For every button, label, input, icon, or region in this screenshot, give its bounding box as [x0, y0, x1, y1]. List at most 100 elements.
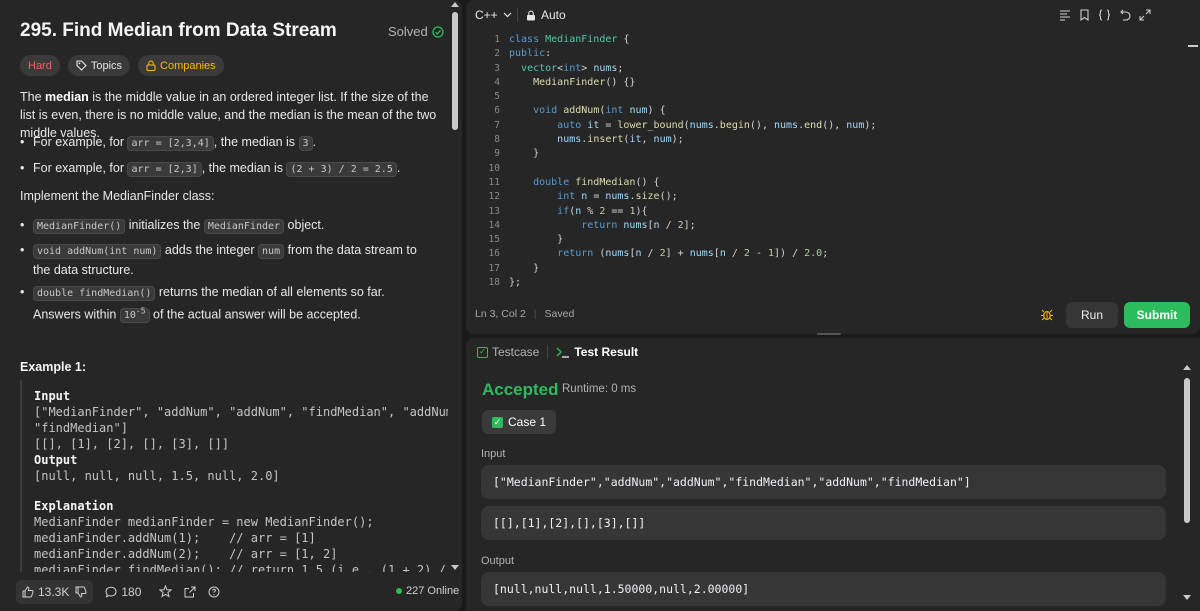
thumbs-down-icon[interactable]: [75, 586, 87, 598]
bookmark-icon[interactable]: [1079, 9, 1090, 21]
difficulty-badge[interactable]: Hard: [20, 55, 60, 76]
example-output-line: [null, null, null, 1.5, null, 2.0]: [34, 469, 280, 483]
lock-icon: [527, 10, 535, 20]
problem-footer: 13.3K 180: [0, 572, 462, 611]
case-1-tab[interactable]: ✓ Case 1: [482, 410, 557, 434]
solved-status: Solved: [388, 24, 444, 39]
line-number: 4: [494, 76, 500, 88]
inline-code: MedianFinder: [203, 219, 285, 234]
share-icon[interactable]: [184, 586, 196, 598]
inline-code: 3: [298, 136, 313, 151]
like-count: 13.3K: [38, 584, 70, 599]
example-bullet-2: For example, for arr = [2,3], the median…: [20, 159, 435, 179]
editor-toolbar: C++ Auto: [466, 0, 1200, 30]
tag-icon: [76, 60, 87, 71]
format-icon[interactable]: [1059, 9, 1071, 21]
editor-status-bar: Ln 3, Col 2 | Saved: [475, 308, 575, 320]
expand-icon[interactable]: [1139, 9, 1151, 21]
example-title: Example 1:: [20, 360, 87, 374]
example-block: Input ["MedianFinder", "addNum", "addNum…: [20, 380, 448, 572]
panel-resize-handle[interactable]: [817, 333, 841, 335]
tab-test-result[interactable]: Test Result: [556, 345, 638, 359]
line-number: 5: [494, 91, 500, 103]
example-output-label: Output: [34, 453, 78, 467]
result-status: Accepted: [482, 380, 559, 399]
line-number: 14: [488, 219, 500, 231]
line-number: 16: [488, 248, 500, 260]
line-number: 8: [494, 134, 500, 146]
line-number: 13: [488, 205, 500, 217]
output-value-box: [null,null,null,1.50000,null,2.00000]: [481, 572, 1166, 606]
help-icon[interactable]: [208, 586, 220, 598]
method-bullet-3: double findMedian() returns the median o…: [20, 283, 435, 325]
problem-title[interactable]: 295. Find Median from Data Stream: [20, 20, 337, 42]
code-editor-panel: C++ Auto 1 2 3 4 5 6 7 8 9 10 11 12 13 14 15 16 17 18 cla…: [466, 0, 1200, 334]
input-label: Input: [481, 448, 506, 460]
lock-icon: [146, 60, 156, 71]
example-explanation-line: MedianFinder medianFinder = new MedianFi…: [34, 515, 374, 529]
example-explanation-label: Explanation: [34, 499, 114, 513]
editor-scrollbar[interactable]: [1188, 45, 1198, 47]
problem-panel: 295. Find Median from Data Stream Solved…: [0, 0, 462, 611]
implement-text: Implement the MedianFinder class:: [20, 189, 215, 203]
line-number: 10: [488, 162, 500, 174]
output-label: Output: [481, 555, 515, 567]
online-dot-icon: [396, 588, 402, 594]
input-value-box: [[],[1],[2],[],[3],[]]: [481, 506, 1166, 540]
median-term: median: [45, 90, 89, 104]
example-explanation-line: medianFinder.addNum(1); // arr = [1]: [34, 531, 316, 545]
inline-code: arr = [2,3]: [127, 162, 202, 177]
line-number: 6: [494, 105, 500, 117]
problem-description: 295. Find Median from Data Stream Solved…: [0, 0, 448, 572]
checkbox-icon: ✓: [477, 346, 488, 358]
input-value-box: ["MedianFinder","addNum","addNum","findM…: [481, 465, 1166, 499]
language-selector[interactable]: C++: [475, 8, 512, 22]
inline-code: double findMedian(): [33, 286, 156, 301]
terminal-icon: [556, 347, 570, 358]
tab-testcase-label: Testcase: [492, 345, 540, 359]
companies-label: Companies: [160, 59, 216, 72]
language-label: C++: [475, 8, 498, 22]
line-number: 9: [494, 148, 500, 160]
toolbar-divider: [517, 8, 518, 22]
debugger-icon[interactable]: [1040, 308, 1054, 324]
braces-icon[interactable]: [1098, 9, 1111, 21]
companies-button[interactable]: Companies: [138, 55, 224, 76]
run-button[interactable]: Run: [1066, 302, 1118, 328]
scroll-up-arrow-icon[interactable]: [1183, 365, 1191, 370]
example-input-line: "findMedian"]: [34, 421, 128, 435]
example-input-label: Input: [34, 389, 71, 403]
solved-label: Solved: [388, 24, 428, 39]
code-area[interactable]: class MedianFinder { public: vector<int>…: [509, 33, 876, 290]
comments-button[interactable]: 180: [105, 585, 141, 599]
inline-code: (2 + 3) / 2 = 2.5: [286, 162, 397, 177]
line-number: 12: [488, 191, 500, 203]
chevron-down-icon: [503, 12, 512, 18]
check-circle-icon: [432, 25, 444, 38]
topics-button[interactable]: Topics: [67, 55, 131, 76]
inline-code: void addNum(int num): [33, 244, 162, 259]
comment-icon: [105, 586, 117, 598]
method-bullet-1: MedianFinder() initializes the MedianFin…: [20, 216, 435, 236]
example-bullet-1: For example, for arr = [2,3,4], the medi…: [20, 133, 435, 153]
editor-actions: [1059, 9, 1151, 21]
line-number: 15: [488, 234, 500, 246]
test-result-panel: ✓ Testcase Test Result Accepted Runtime:…: [466, 338, 1200, 611]
star-icon[interactable]: [159, 585, 173, 598]
auto-mode-toggle[interactable]: Auto: [526, 8, 566, 22]
case-label: Case 1: [508, 415, 547, 429]
scroll-up-arrow-icon[interactable]: [451, 2, 459, 7]
reset-icon[interactable]: [1119, 9, 1131, 21]
scroll-down-arrow-icon[interactable]: [451, 565, 459, 570]
scroll-down-arrow-icon[interactable]: [1183, 595, 1191, 600]
problem-scrollbar-thumb[interactable]: [452, 12, 458, 130]
like-button[interactable]: 13.3K: [22, 585, 69, 599]
method-bullet-2: void addNum(int num) adds the integer nu…: [20, 241, 435, 279]
submit-button[interactable]: Submit: [1124, 302, 1190, 328]
line-number: 2: [494, 48, 500, 60]
cursor-position: Ln 3, Col 2: [475, 308, 526, 320]
example-explanation-line: medianFinder.findMedian(); // return 1.5…: [34, 563, 448, 572]
tab-testcase[interactable]: ✓ Testcase: [477, 345, 539, 359]
inline-code: arr = [2,3,4]: [127, 136, 214, 151]
result-scrollbar-thumb[interactable]: [1184, 378, 1190, 523]
